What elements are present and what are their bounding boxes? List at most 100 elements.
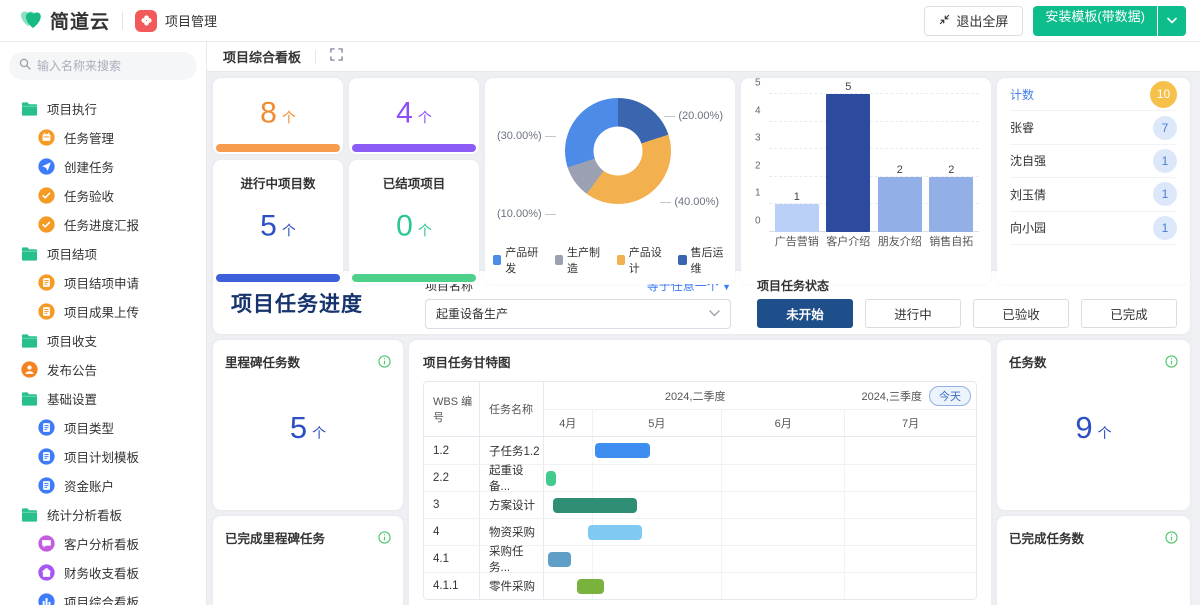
fullscreen-expand-icon[interactable]: [330, 47, 343, 66]
sidebar-item-label: 发布公告: [47, 364, 98, 378]
info-icon[interactable]: [378, 531, 391, 544]
sidebar-search[interactable]: [9, 52, 197, 80]
chevron-down-icon[interactable]: [1158, 5, 1186, 36]
donut-label: (10.00%): [497, 208, 556, 220]
legend-item[interactable]: 售后运维: [678, 244, 727, 276]
gantt-bar[interactable]: [546, 471, 556, 486]
sidebar-item-10[interactable]: 基础设置: [9, 384, 197, 413]
sidebar-item-8[interactable]: 项目收支: [9, 326, 197, 355]
info-icon[interactable]: [1165, 531, 1178, 544]
donut-legend: 产品研发 生产制造 产品设计 售后运维: [493, 244, 727, 276]
bar-广告营销[interactable]: 1 广告营销: [772, 191, 822, 248]
folder-icon: [21, 246, 38, 261]
legend-swatch: [554, 255, 564, 265]
gantt-task-cell: 零件采购: [480, 573, 544, 599]
folder-icon: [21, 333, 38, 348]
sidebar-menu: 项目执行 任务管理 创建任务 任务验收 任务进度汇报 项目结项 项目结项申请 项目成果上传 项目…: [9, 94, 197, 605]
sidebar-item-4[interactable]: 任务进度汇报: [9, 210, 197, 239]
donut-chart: [565, 98, 671, 204]
status-button-已完成[interactable]: 已完成: [1081, 299, 1177, 328]
sidebar-item-12[interactable]: 项目计划模板: [9, 442, 197, 471]
sidebar-item-15[interactable]: 客户分析看板: [9, 529, 197, 558]
gantt-bar[interactable]: [595, 443, 650, 458]
app-switcher[interactable]: 项目管理: [135, 9, 217, 32]
doc-icon: [38, 448, 55, 465]
sidebar-item-14[interactable]: 统计分析看板: [9, 500, 197, 529]
badge-check-icon: [38, 187, 55, 204]
gantt-task-header: 任务名称: [480, 382, 544, 436]
bar-客户介绍[interactable]: 5 客户介绍: [823, 81, 873, 248]
sidebar-item-16[interactable]: 财务收支看板: [9, 558, 197, 587]
sidebar-item-label: 项目结项申请: [64, 277, 140, 291]
sidebar-item-label: 统计分析看板: [47, 509, 123, 523]
today-button[interactable]: 今天: [928, 385, 971, 406]
status-button-已验收[interactable]: 已验收: [973, 299, 1069, 328]
y-axis-tick: 4: [755, 105, 761, 117]
sidebar-item-label: 任务进度汇报: [64, 219, 140, 233]
bar-销售自拓[interactable]: 2 销售自拓: [926, 164, 976, 248]
gantt-row: 1.2 子任务1.2: [424, 437, 976, 464]
count-badge: 1: [1153, 148, 1177, 173]
sidebar-item-5[interactable]: 项目结项: [9, 239, 197, 268]
exit-fullscreen-icon: [939, 13, 950, 28]
sidebar-item-0[interactable]: 项目执行: [9, 94, 197, 123]
exit-fullscreen-button[interactable]: 退出全屏: [924, 5, 1024, 36]
logo: 简道云: [18, 6, 110, 35]
bar-朋友介绍[interactable]: 2 朋友介绍: [875, 164, 925, 248]
gantt-task-cell: 子任务1.2: [480, 437, 544, 464]
sidebar-item-1[interactable]: 任务管理: [9, 123, 197, 152]
count-header-row[interactable]: 计数 10: [1010, 78, 1177, 112]
legend-item[interactable]: 产品研发: [493, 244, 542, 276]
sidebar-item-2[interactable]: 创建任务: [9, 152, 197, 181]
gantt-month-label: 7月: [844, 410, 976, 436]
folder-icon: [21, 101, 38, 116]
gantt-row: 3 方案设计: [424, 491, 976, 518]
sidebar-item-17[interactable]: 项目综合看板: [9, 587, 197, 605]
gantt-quarter-label: 2024,三季度: [861, 390, 922, 403]
gantt-wbs-cell: 4.1.1: [424, 573, 480, 599]
status-button-未开始[interactable]: 未开始: [757, 299, 853, 328]
bar-value: 1: [793, 191, 800, 204]
count-badge: 1: [1153, 215, 1177, 240]
dashboard-tab-title[interactable]: 项目综合看板: [223, 47, 301, 66]
person-row[interactable]: 刘玉倩 1: [1010, 178, 1177, 212]
sidebar-item-label: 财务收支看板: [64, 567, 140, 581]
legend-item[interactable]: 产品设计: [616, 244, 666, 276]
install-template-button[interactable]: 安装模板(带数据): [1033, 5, 1186, 36]
person-row[interactable]: 张睿 7: [1010, 111, 1177, 145]
kpi-card-milestone-done: 已完成里程碑任务: [213, 516, 403, 605]
folder-icon: [21, 391, 38, 406]
sidebar-item-label: 客户分析看板: [64, 538, 140, 552]
sidebar-item-6[interactable]: 项目结项申请: [9, 268, 197, 297]
project-name-select[interactable]: 起重设备生产: [425, 298, 731, 329]
gantt-wbs-header: WBS 编号: [424, 382, 480, 436]
sidebar-item-11[interactable]: 项目类型: [9, 413, 197, 442]
gantt-bar[interactable]: [547, 552, 571, 567]
accent-bar: [216, 144, 340, 152]
logo-text: 简道云: [50, 12, 111, 33]
person-row[interactable]: 沈自强 1: [1010, 145, 1177, 179]
search-input[interactable]: [37, 59, 177, 73]
counts-list-card: 计数 10 张睿 7 沈自强 1 刘玉倩 1 向小园 1: [997, 78, 1190, 284]
count-badge: 7: [1153, 115, 1177, 140]
legend-swatch: [493, 255, 502, 265]
gantt-bar[interactable]: [552, 498, 638, 513]
status-button-进行中[interactable]: 进行中: [865, 299, 961, 328]
send-icon: [38, 158, 55, 175]
sidebar: 项目执行任务管理创建任务任务验收任务进度汇报项目结项项目结项申请项目成果上传项目…: [0, 42, 207, 605]
sidebar-item-3[interactable]: 任务验收: [9, 181, 197, 210]
person-row[interactable]: 向小园 1: [1010, 212, 1177, 245]
gantt-bar[interactable]: [577, 579, 605, 594]
sidebar-item-7[interactable]: 项目成果上传: [9, 297, 197, 326]
gantt-month-label: 5月: [591, 410, 722, 436]
user-icon: [21, 361, 38, 378]
sidebar-item-9[interactable]: 发布公告: [9, 355, 197, 384]
info-icon[interactable]: [1165, 355, 1178, 368]
gantt-bar[interactable]: [588, 525, 643, 540]
legend-item[interactable]: 生产制造: [554, 244, 604, 276]
y-axis-tick: 3: [755, 132, 761, 144]
sidebar-item-13[interactable]: 资金账户: [9, 471, 197, 500]
info-icon[interactable]: [378, 355, 391, 368]
gantt-task-cell: 采购任务...: [480, 546, 544, 574]
gantt-wbs-cell: 2.2: [424, 465, 480, 491]
